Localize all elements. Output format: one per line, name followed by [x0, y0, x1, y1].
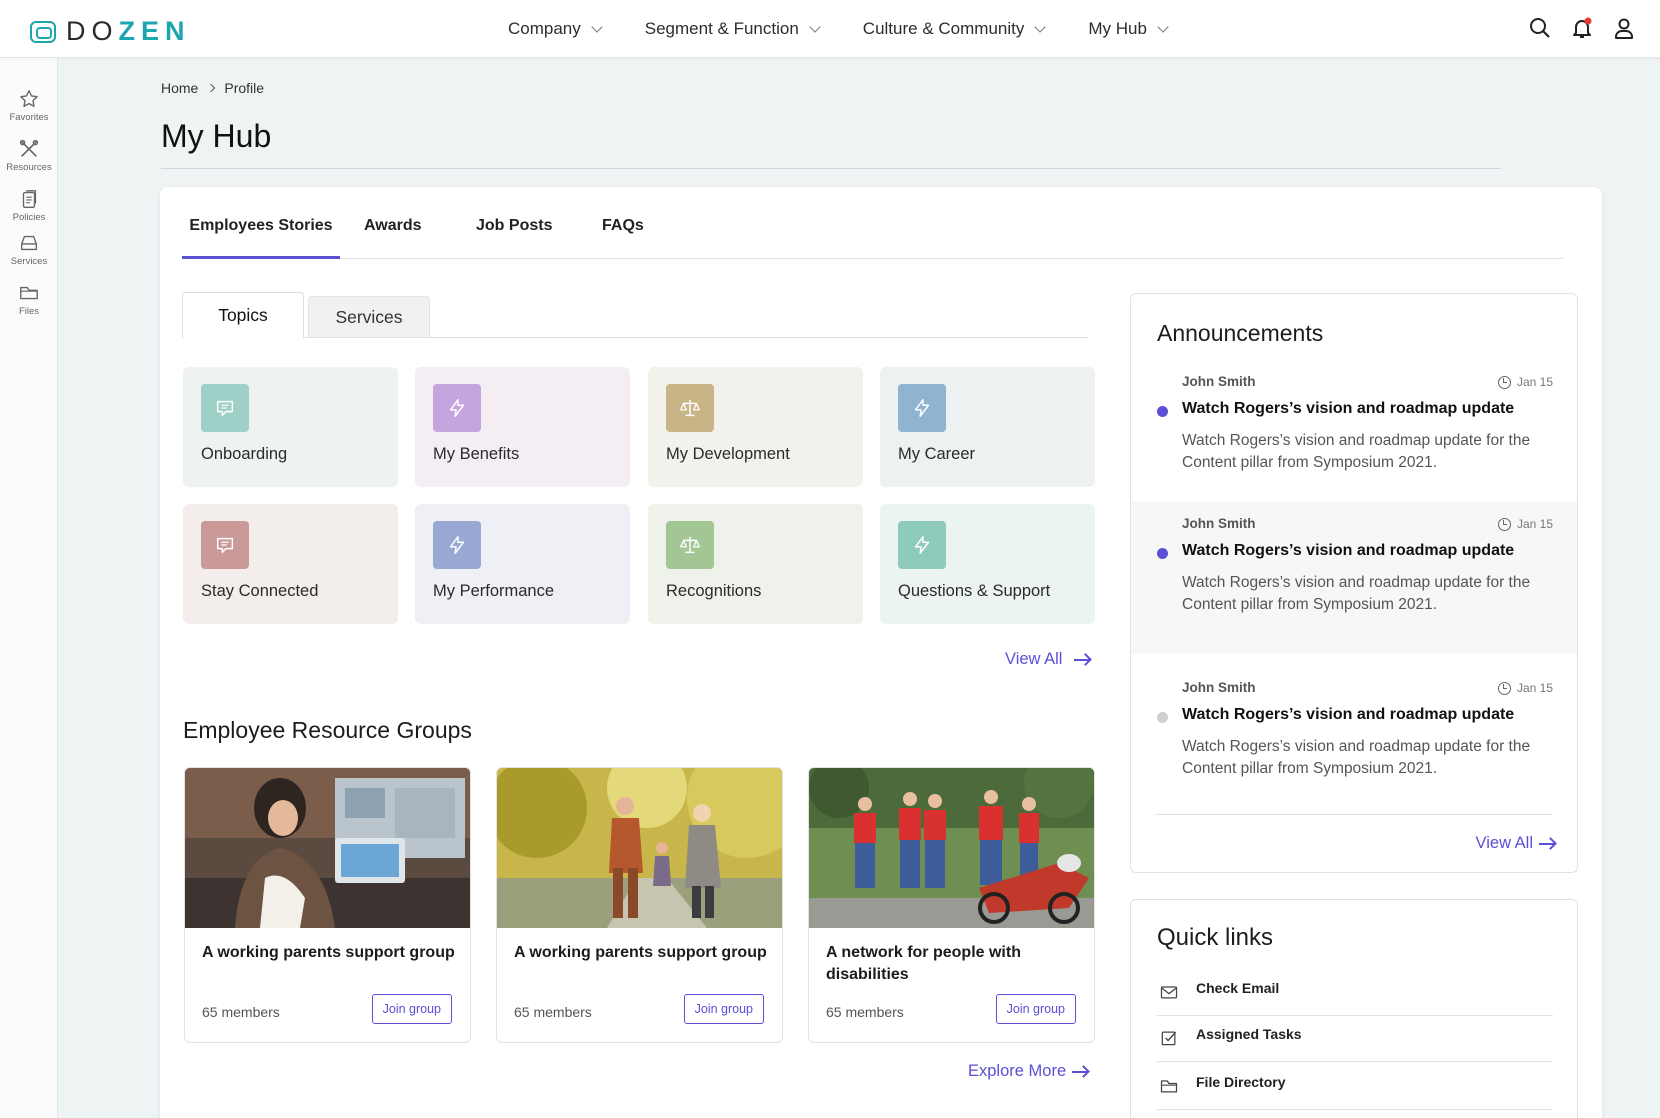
logo-mark-icon	[30, 20, 56, 43]
breadcrumb-current: Profile	[224, 80, 265, 96]
rail-policies[interactable]: Policies	[0, 188, 58, 223]
nav-my-hub[interactable]: My Hub	[1088, 19, 1169, 39]
explore-more-link[interactable]: Explore More	[968, 1062, 1089, 1081]
erg-section-title: Employee Resource Groups	[183, 717, 472, 743]
announcements-title: Announcements	[1157, 320, 1324, 346]
chevron-right-icon	[207, 83, 216, 93]
quick-link-assigned-tasks[interactable]: Assigned Tasks	[1157, 1016, 1553, 1062]
quick-links-title: Quick links	[1157, 924, 1274, 951]
arrow-right-icon	[1074, 658, 1091, 661]
documents-icon	[22, 190, 37, 208]
family-walk-photo	[497, 768, 782, 928]
read-indicator	[1157, 712, 1168, 723]
chat-icon	[201, 521, 249, 569]
main-nav: Company Segment & Function Culture & Com…	[508, 0, 1169, 58]
scale-icon	[666, 521, 714, 569]
chevron-down-icon	[809, 21, 821, 33]
arrow-right-icon	[1539, 842, 1555, 845]
topic-recognitions[interactable]: Recognitions	[648, 504, 863, 624]
subtab-services[interactable]: Services	[308, 296, 430, 338]
join-group-button[interactable]: Join group	[683, 994, 764, 1024]
chat-icon	[201, 384, 249, 432]
announcements-panel: Announcements John Smith Jan 15 Watch Ro…	[1130, 293, 1578, 873]
tools-icon	[19, 139, 39, 157]
clock-icon	[1497, 681, 1511, 695]
left-rail: Favorites Resources Policies Services Fi…	[0, 58, 58, 1118]
erg-card[interactable]: A working parents support group 65 membe…	[496, 767, 783, 1043]
rail-files[interactable]: Files	[0, 282, 58, 317]
topic-my-benefits[interactable]: My Benefits	[415, 367, 630, 487]
logo-text: DOZEN	[66, 16, 191, 46]
join-group-button[interactable]: Join group	[995, 994, 1076, 1024]
rail-services[interactable]: Services	[0, 232, 58, 267]
search-icon[interactable]	[1528, 16, 1552, 40]
topic-questions-support[interactable]: Questions & Support	[880, 504, 1095, 624]
unread-indicator	[1157, 406, 1168, 417]
dozen-logo[interactable]: DOZEN	[30, 16, 191, 47]
chevron-down-icon	[1034, 21, 1047, 33]
announcement-item[interactable]: John Smith Jan 15 Watch Rogers’s vision …	[1131, 360, 1577, 510]
disability-network-photo	[809, 768, 1094, 928]
topic-my-development[interactable]: My Development	[648, 367, 863, 487]
tab-job-posts[interactable]: Job Posts	[476, 217, 552, 259]
tab-awards[interactable]: Awards	[364, 217, 422, 259]
checkbox-icon	[1161, 1031, 1177, 1046]
nav-segment-function[interactable]: Segment & Function	[645, 19, 821, 39]
scale-icon	[666, 384, 714, 432]
nav-culture-community[interactable]: Culture & Community	[863, 19, 1047, 39]
main-content-card: Employees Stories Awards Job Posts FAQs …	[160, 187, 1602, 1118]
announcement-item[interactable]: John Smith Jan 15 Watch Rogers’s vision …	[1131, 502, 1577, 654]
announcement-item[interactable]: John Smith Jan 15 Watch Rogers’s vision …	[1131, 666, 1577, 816]
folder-icon	[20, 286, 38, 300]
tray-icon	[20, 235, 38, 251]
breadcrumb: Home Profile	[161, 80, 264, 96]
tab-faqs[interactable]: FAQs	[602, 217, 644, 259]
erg-card[interactable]: A network for people with disabilities 6…	[808, 767, 1095, 1043]
top-navbar: DOZEN Company Segment & Function Culture…	[0, 0, 1660, 58]
bolt-icon	[433, 384, 481, 432]
mail-icon	[1160, 986, 1178, 999]
arrow-right-icon	[1072, 1070, 1089, 1073]
quick-links-panel: Quick links Check Email Assigned Tasks F…	[1130, 899, 1578, 1118]
quick-link-check-email[interactable]: Check Email	[1157, 970, 1553, 1016]
star-icon	[20, 90, 38, 107]
topic-my-career[interactable]: My Career	[880, 367, 1095, 487]
notification-bell-icon[interactable]	[1570, 16, 1594, 40]
rail-favorites[interactable]: Favorites	[0, 88, 58, 123]
subtab-topics[interactable]: Topics	[182, 292, 304, 339]
tab-bar: Employees Stories Awards Job Posts FAQs	[182, 217, 1564, 259]
bolt-icon	[433, 521, 481, 569]
user-profile-icon[interactable]	[1612, 16, 1636, 40]
clock-icon	[1497, 375, 1511, 389]
topic-onboarding[interactable]: Onboarding	[183, 367, 398, 487]
rail-resources[interactable]: Resources	[0, 138, 58, 173]
title-divider	[161, 168, 1501, 169]
subtab-bar: Topics Services	[182, 292, 1088, 339]
nav-company[interactable]: Company	[508, 19, 603, 39]
top-icons	[1528, 16, 1636, 40]
page-title: My Hub	[161, 118, 272, 154]
topic-my-performance[interactable]: My Performance	[415, 504, 630, 624]
topic-stay-connected[interactable]: Stay Connected	[183, 504, 398, 624]
bolt-icon	[898, 384, 946, 432]
topics-view-all-link[interactable]: View All	[1005, 650, 1091, 669]
bolt-icon	[898, 521, 946, 569]
unread-indicator	[1157, 548, 1168, 559]
divider	[1155, 814, 1553, 815]
clock-icon	[1497, 517, 1511, 531]
quick-link-file-directory[interactable]: File Directory	[1157, 1064, 1553, 1110]
folder-icon	[1160, 1080, 1178, 1093]
chevron-down-icon	[591, 21, 603, 33]
erg-card[interactable]: A working parents support group 65 membe…	[184, 767, 471, 1043]
tab-employees-stories[interactable]: Employees Stories	[182, 217, 340, 259]
breadcrumb-home[interactable]: Home	[161, 80, 198, 96]
office-parent-photo	[185, 768, 470, 928]
join-group-button[interactable]: Join group	[371, 994, 452, 1024]
announcements-view-all-link[interactable]: View All	[1476, 834, 1555, 853]
chevron-down-icon	[1157, 21, 1169, 33]
